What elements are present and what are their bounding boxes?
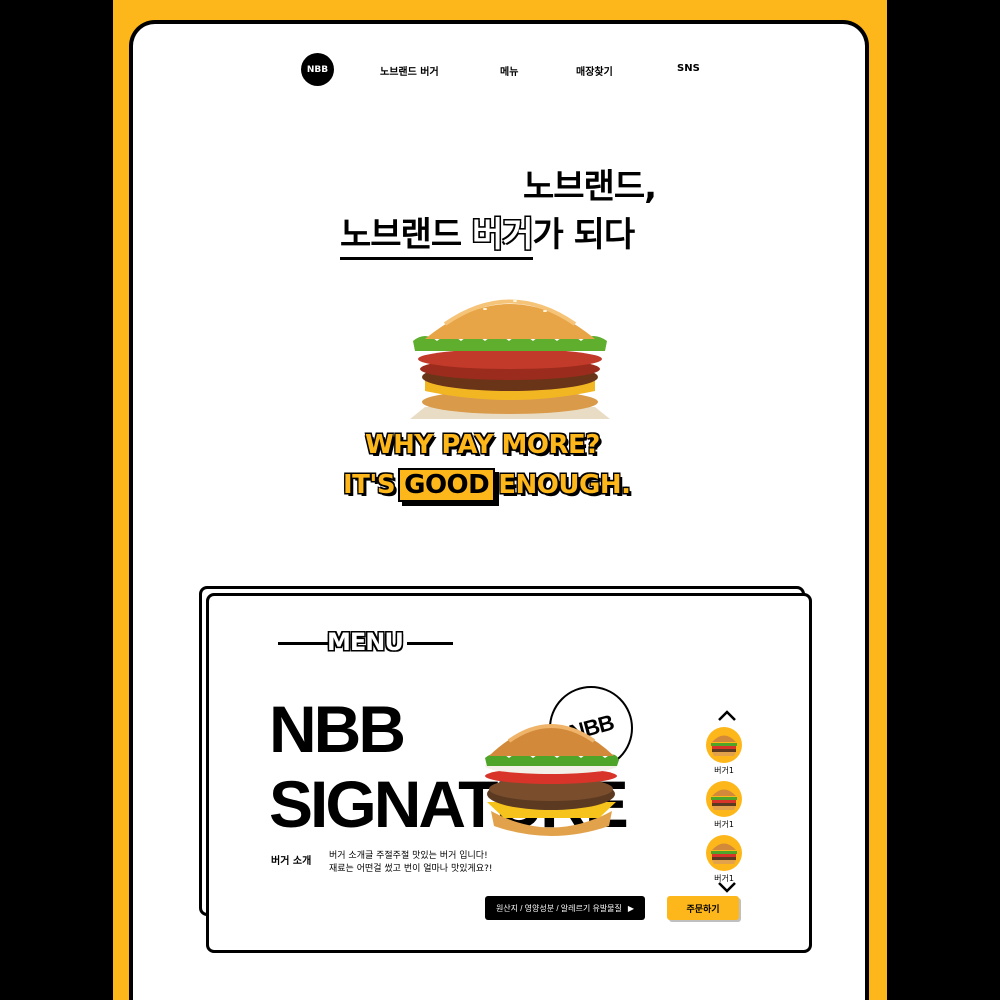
slogan-prefix: IT'S <box>343 470 396 500</box>
nav-link-menu[interactable]: 메뉴 <box>500 63 518 78</box>
chevron-down-icon[interactable] <box>717 879 737 895</box>
slogan-good-box: GOOD <box>398 468 496 502</box>
burger-icon <box>706 835 742 871</box>
hero-headline-line1: 노브랜드, <box>523 167 657 207</box>
play-arrow-icon: ▶ <box>627 903 635 913</box>
nutrition-info-button[interactable]: 원산지 / 영양성분 / 알레르기 유발물질 ▶ <box>485 896 645 920</box>
order-button[interactable]: 주문하기 <box>667 896 739 920</box>
intro-text-line1: 버거 소개글 주절주절 맛있는 버거 입니다! <box>329 851 488 861</box>
menu-card: MENU NBB SIGNATURE NBB 버거 소개 버거 소개글 주절주절… <box>206 593 812 953</box>
page: NBB 노브랜드 버거 메뉴 매장찾기 SNS 노브랜드, 노브랜드 버거가 되… <box>129 20 869 1000</box>
slogan-line1: WHY PAY MORE? <box>365 430 600 460</box>
menu-thumbnail-1[interactable]: 버거1 <box>706 727 742 776</box>
signature-title-line1: NBB <box>269 692 406 766</box>
menu-thumbnail-3[interactable]: 버거1 <box>706 835 742 884</box>
thumbnail-label: 버거1 <box>714 766 734 775</box>
nav-link-sns[interactable]: SNS <box>677 63 700 74</box>
logo[interactable]: NBB <box>301 53 334 86</box>
slogan-line2: IT'S GOOD ENOUGH. <box>343 468 631 502</box>
nav-link-store-finder[interactable]: 매장찾기 <box>576 63 613 78</box>
hero-headline-line2: 노브랜드 버거가 되다 <box>340 207 636 260</box>
menu-section-title: MENU <box>327 628 404 656</box>
chevron-up-icon[interactable] <box>717 708 737 724</box>
burger-icon <box>706 727 742 763</box>
hero-burger-text: 버거 <box>471 215 534 255</box>
menu-thumbnail-2[interactable]: 버거1 <box>706 781 742 830</box>
thumbnail-label: 버거1 <box>714 820 734 829</box>
intro-label: 버거 소개 <box>271 856 312 867</box>
top-nav: NBB 노브랜드 버거 메뉴 매장찾기 SNS <box>133 24 865 124</box>
hero-underlined-text: 노브랜드 버거 <box>340 215 534 260</box>
slogan-suffix: ENOUGH. <box>498 470 631 500</box>
intro-text-line2: 재료는 어떤걸 썼고 번이 얼마나 맛있게요?! <box>329 864 493 874</box>
nutrition-info-label: 원산지 / 영양성분 / 알레르기 유발물질 <box>495 903 622 913</box>
menu-title-rule-left <box>278 642 328 645</box>
intro-text: 버거 소개글 주절주절 맛있는 버거 입니다! 재료는 어떤걸 썼고 번이 얼마… <box>329 850 492 876</box>
nav-link-brand[interactable]: 노브랜드 버거 <box>380 63 439 78</box>
menu-title-rule-right <box>407 642 453 645</box>
signature-burger-image <box>485 724 619 836</box>
hero-brand-text: 노브랜드 <box>340 215 462 255</box>
burger-icon <box>706 781 742 817</box>
hero-burger-image <box>410 299 610 419</box>
hero-suffix-text: 가 되다 <box>532 215 636 255</box>
